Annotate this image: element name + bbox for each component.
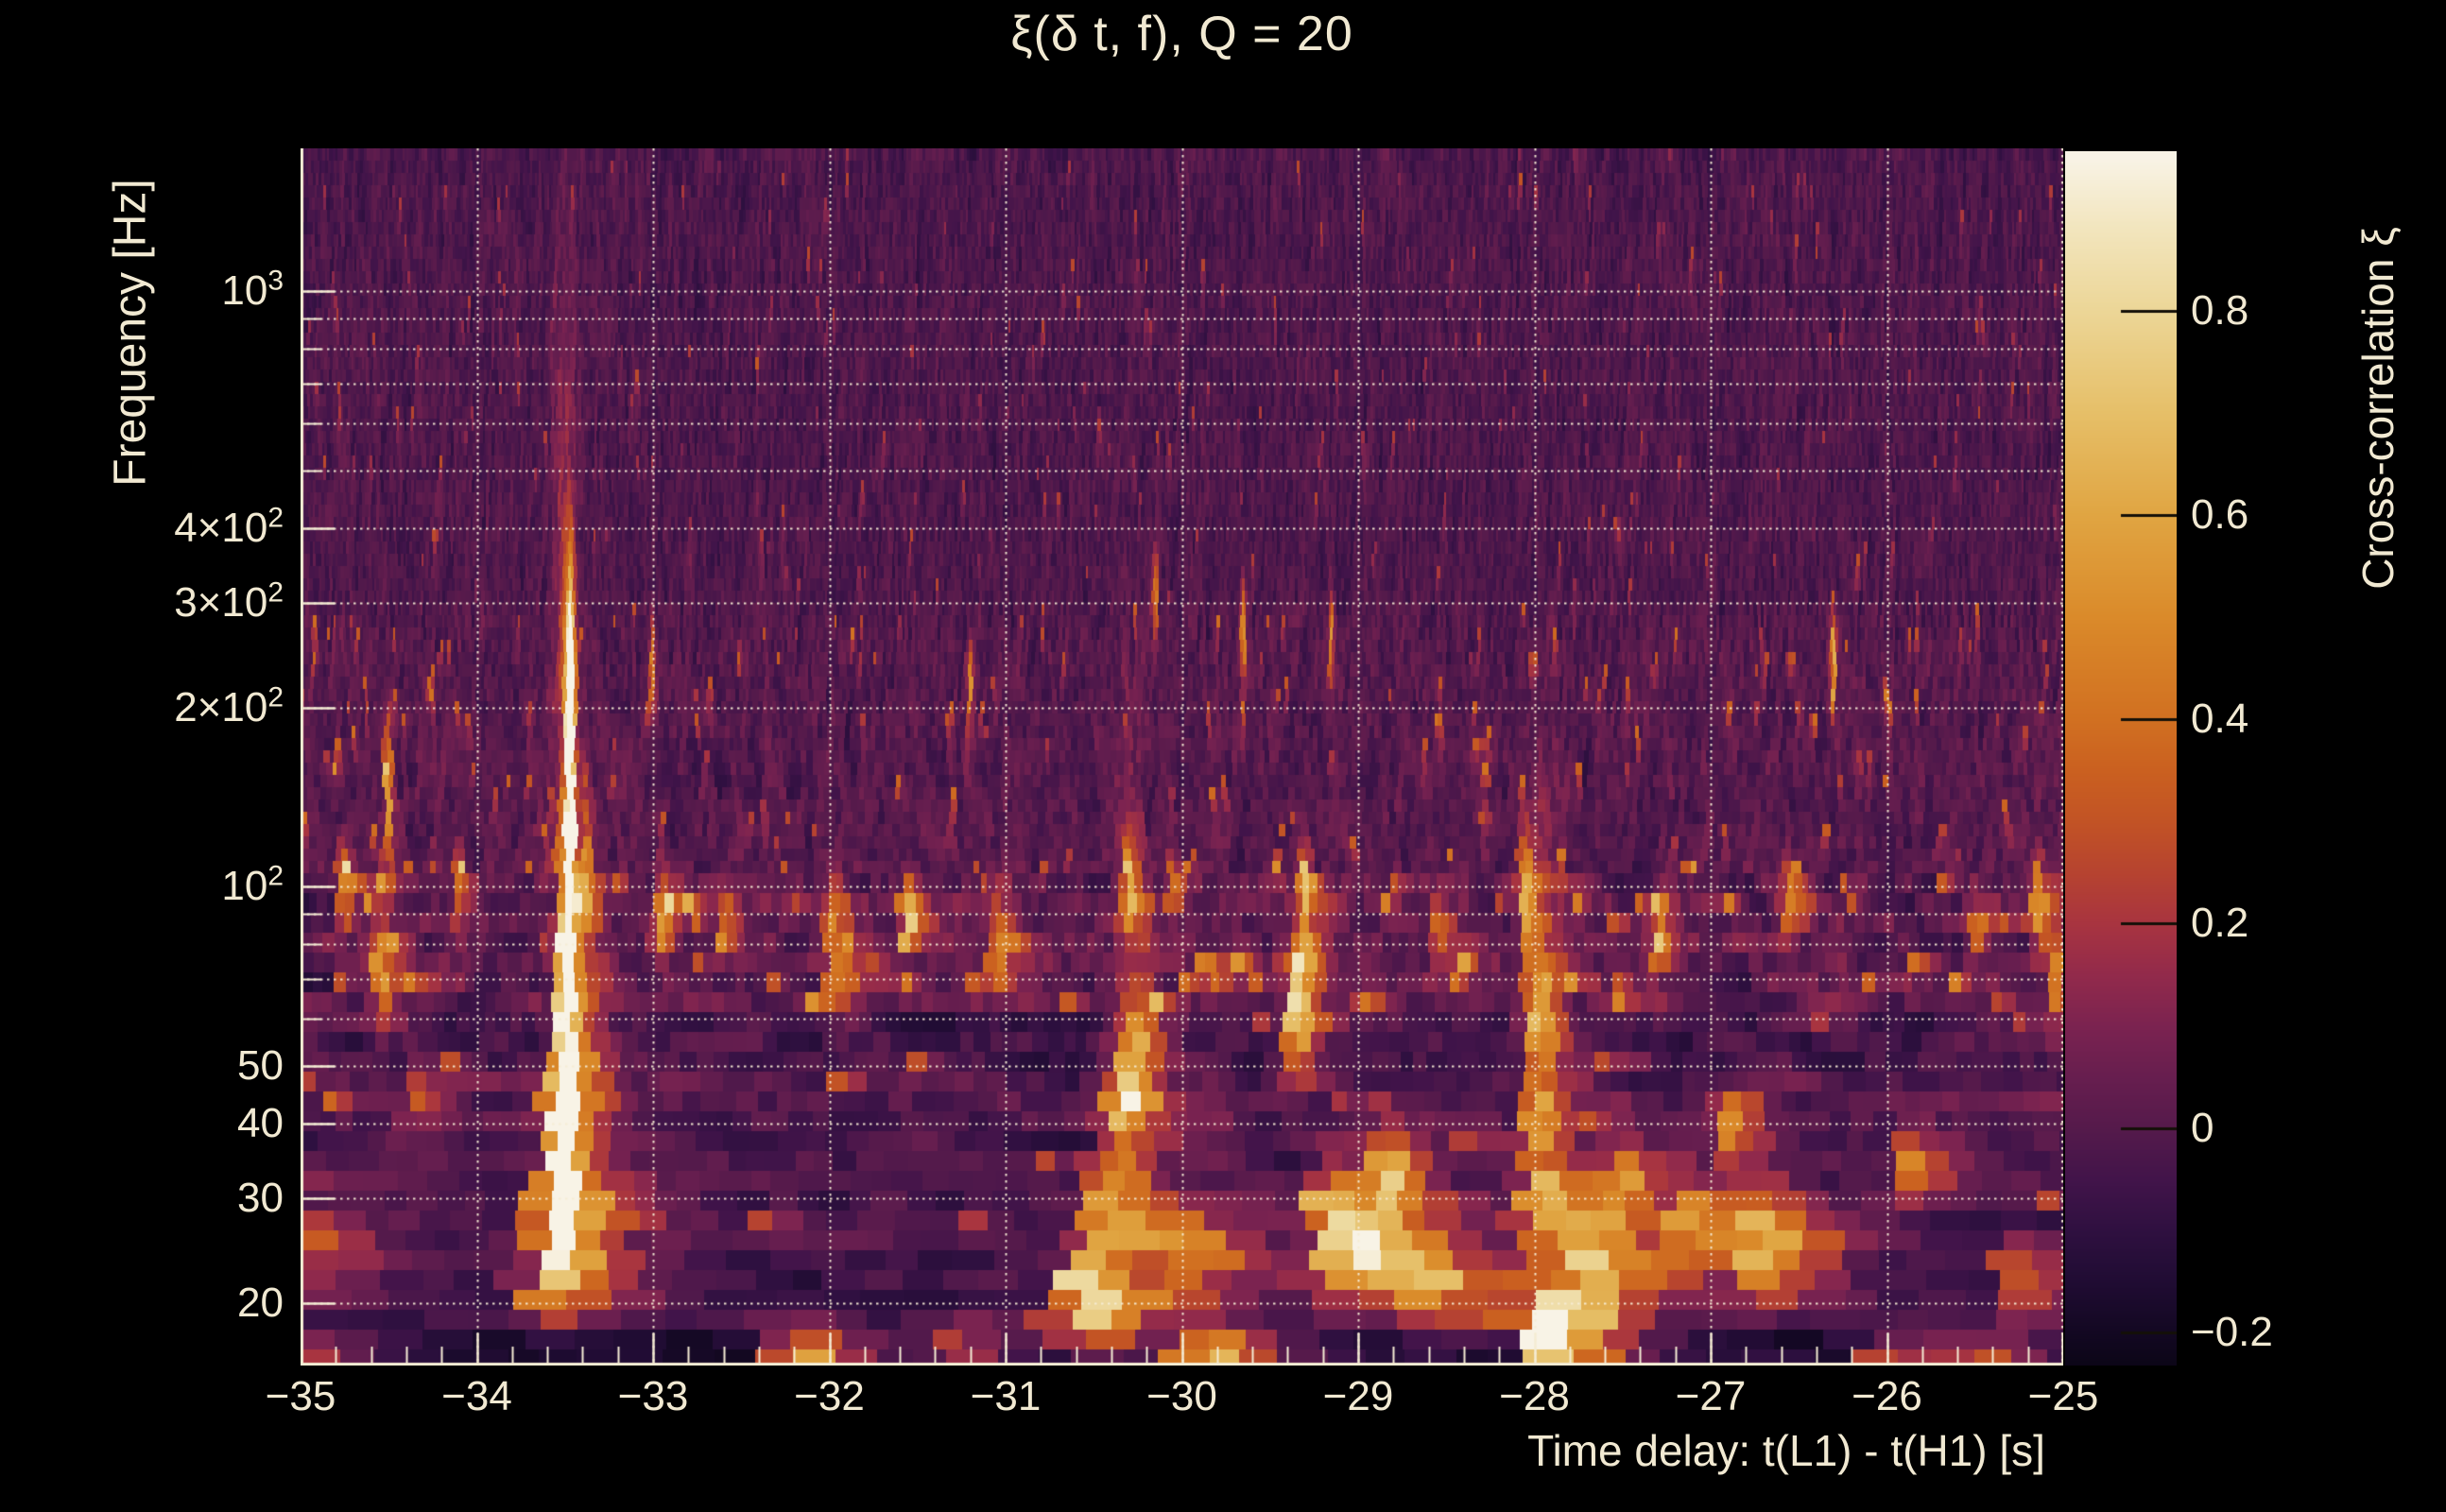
y-tick-label: 4×102 — [0, 500, 284, 557]
y-tick-label: 20 — [0, 1275, 284, 1332]
y-tick-label: 40 — [0, 1095, 284, 1152]
colorbar-tick-label: 0 — [2191, 1100, 2399, 1157]
x-tick-label: −29 — [1323, 1370, 1394, 1423]
x-tick-label: −27 — [1676, 1370, 1747, 1423]
colorbar-canvas — [2065, 151, 2177, 1366]
x-tick-label: −28 — [1499, 1370, 1570, 1423]
x-tick-label: −31 — [971, 1370, 1042, 1423]
x-tick-label: −34 — [441, 1370, 512, 1423]
y-tick-label: 103 — [0, 263, 284, 319]
x-tick-label: −26 — [1852, 1370, 1922, 1423]
x-tick-label: −30 — [1146, 1370, 1217, 1423]
x-tick-label: −32 — [794, 1370, 865, 1423]
x-tick-label: −35 — [266, 1370, 336, 1423]
y-tick-label: 3×102 — [0, 575, 284, 631]
x-tick-label: −25 — [2028, 1370, 2099, 1423]
colorbar-label: Cross-correlation ξ — [2352, 227, 2403, 590]
y-tick-label: 102 — [0, 858, 284, 915]
y-tick-label: 50 — [0, 1038, 284, 1094]
colorbar-tick-label: −0.2 — [2191, 1304, 2399, 1361]
plot-title: ξ(δ t, f), Q = 20 — [301, 6, 2063, 62]
y-tick-label: 30 — [0, 1170, 284, 1227]
x-axis-label: Time delay: t(L1) - t(H1) [s] — [1527, 1425, 2045, 1476]
y-axis-label: Frequency [Hz] — [105, 179, 157, 486]
colorbar-tick-label: 0.4 — [2191, 691, 2399, 747]
spectrogram-heatmap-canvas — [301, 148, 2063, 1366]
y-tick-label: 2×102 — [0, 679, 284, 736]
figure-root: ξ(δ t, f), Q = 20 Frequency [Hz] 103 4×10… — [0, 0, 2446, 1512]
colorbar-tick-label: 0.2 — [2191, 895, 2399, 952]
x-tick-label: −33 — [618, 1370, 689, 1423]
